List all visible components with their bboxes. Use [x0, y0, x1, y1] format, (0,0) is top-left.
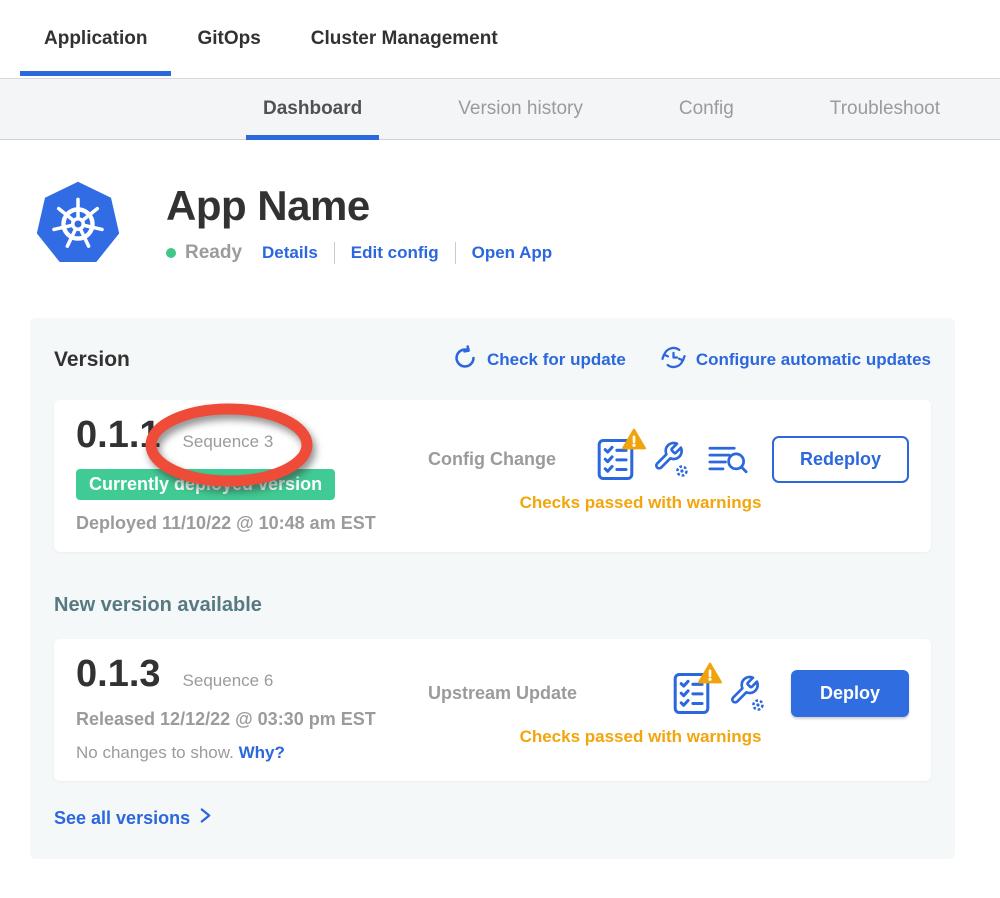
- tab-troubleshoot[interactable]: Troubleshoot: [813, 79, 957, 139]
- check-for-update-link[interactable]: Check for update: [452, 345, 626, 376]
- tab-config[interactable]: Config: [662, 79, 751, 139]
- details-link[interactable]: Details: [262, 243, 318, 263]
- deployed-timestamp: Deployed 11/10/22 @ 10:48 am EST: [76, 513, 428, 534]
- edit-config-link[interactable]: Edit config: [351, 243, 439, 263]
- current-version-number: 0.1.1: [76, 414, 161, 457]
- wrench-gear-icon[interactable]: [727, 673, 767, 713]
- check-for-update-label: Check for update: [487, 350, 626, 370]
- warning-triangle-icon: [622, 428, 646, 455]
- no-changes-text: No changes to show.: [76, 743, 234, 762]
- current-version-card: 0.1.1 Sequence 3 Currently deployed vers…: [54, 400, 931, 552]
- version-section: Version Check for update: [30, 318, 955, 859]
- tab-cluster-management[interactable]: Cluster Management: [287, 0, 522, 78]
- currently-deployed-badge: Currently deployed version: [76, 469, 335, 500]
- divider: [334, 242, 335, 264]
- app-status-row: Ready Details Edit config Open App: [166, 242, 552, 264]
- tab-gitops[interactable]: GitOps: [173, 0, 284, 78]
- app-header: App Name Ready Details Edit config Open …: [34, 180, 1000, 268]
- why-link[interactable]: Why?: [239, 743, 285, 762]
- tab-version-history[interactable]: Version history: [441, 79, 600, 139]
- available-source-label: Upstream Update: [428, 683, 577, 704]
- available-version-card: 0.1.3 Sequence 6 Released 12/12/22 @ 03:…: [54, 639, 931, 781]
- tab-application[interactable]: Application: [20, 0, 171, 78]
- chevron-right-icon: [199, 807, 212, 829]
- preflight-checklist-icon[interactable]: [597, 438, 634, 481]
- tab-dashboard[interactable]: Dashboard: [246, 79, 379, 139]
- refresh-icon: [452, 345, 478, 376]
- status-dot-icon: [166, 248, 176, 258]
- current-sequence-label: Sequence 3: [183, 432, 274, 451]
- see-all-versions-label: See all versions: [54, 808, 190, 829]
- deploy-button[interactable]: Deploy: [791, 670, 909, 717]
- current-source-label: Config Change: [428, 449, 556, 470]
- current-checks-status: Checks passed with warnings: [400, 493, 881, 513]
- status-badge: Ready: [185, 242, 242, 264]
- wrench-gear-icon[interactable]: [651, 439, 691, 479]
- divider: [455, 242, 456, 264]
- new-version-heading: New version available: [54, 594, 931, 617]
- warning-triangle-icon: [698, 662, 722, 689]
- released-timestamp: Released 12/12/22 @ 03:30 pm EST: [76, 709, 428, 730]
- kubernetes-logo: [34, 180, 122, 268]
- configure-auto-updates-link[interactable]: Configure automatic updates: [660, 344, 931, 376]
- version-section-title: Version: [54, 348, 130, 372]
- primary-nav: Application GitOps Cluster Management: [0, 0, 1000, 78]
- available-checks-status: Checks passed with warnings: [400, 727, 881, 747]
- see-all-versions-link[interactable]: See all versions: [54, 807, 212, 829]
- available-sequence-label: Sequence 6: [183, 671, 274, 690]
- clock-refresh-icon: [660, 344, 687, 376]
- configure-auto-updates-label: Configure automatic updates: [696, 350, 931, 370]
- secondary-nav: Dashboard Version history Config Trouble…: [0, 78, 1000, 140]
- available-version-number: 0.1.3: [76, 653, 161, 696]
- file-diff-icon[interactable]: [708, 443, 748, 476]
- redeploy-button[interactable]: Redeploy: [772, 436, 909, 483]
- preflight-checklist-icon[interactable]: [673, 672, 710, 715]
- open-app-link[interactable]: Open App: [472, 243, 553, 263]
- page-title: App Name: [166, 182, 552, 230]
